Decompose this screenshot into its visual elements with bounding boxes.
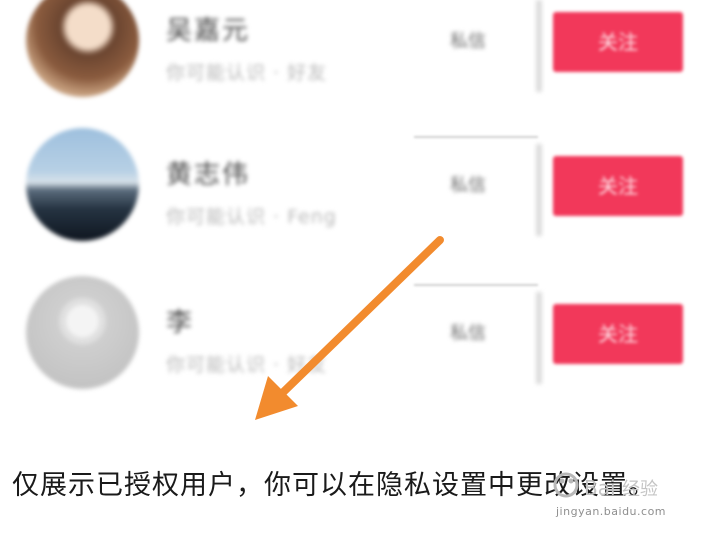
divider xyxy=(536,144,542,236)
user-subtitle: 你可能认识 · 好友 xyxy=(166,62,328,84)
user-row[interactable]: 李 你可能认识 · 好友 私信 关注 xyxy=(0,268,716,418)
divider xyxy=(536,292,542,384)
user-name: 黄志伟 xyxy=(166,160,251,190)
user-name: 李 xyxy=(166,308,195,338)
divider xyxy=(536,0,542,92)
message-button[interactable]: 私信 xyxy=(430,164,506,208)
user-list: 吴嘉元 你可能认识 · 好友 私信 关注 黄志伟 你可能认识 · Feng 私信… xyxy=(0,0,716,426)
user-name: 吴嘉元 xyxy=(166,16,251,46)
user-row[interactable]: 吴嘉元 你可能认识 · 好友 私信 关注 xyxy=(0,0,716,126)
message-button[interactable]: 私信 xyxy=(430,20,506,64)
message-button[interactable]: 私信 xyxy=(430,312,506,356)
user-subtitle: 你可能认识 · 好友 xyxy=(166,354,328,376)
follow-button[interactable]: 关注 xyxy=(553,304,683,364)
user-row[interactable]: 黄志伟 你可能认识 · Feng 私信 关注 xyxy=(0,120,716,270)
screenshot: 吴嘉元 你可能认识 · 好友 私信 关注 黄志伟 你可能认识 · Feng 私信… xyxy=(0,0,716,537)
divider xyxy=(414,136,538,138)
watermark-url: jingyan.baidu.com xyxy=(556,505,667,518)
divider xyxy=(414,284,538,286)
user-subtitle: 你可能认识 · Feng xyxy=(166,206,337,228)
caption: 仅展示已授权用户，你可以在隐私设置中更改设置。 xyxy=(12,470,656,501)
avatar[interactable] xyxy=(26,128,139,241)
follow-button[interactable]: 关注 xyxy=(553,12,683,72)
follow-button[interactable]: 关注 xyxy=(553,156,683,216)
avatar[interactable] xyxy=(26,276,139,389)
avatar[interactable] xyxy=(26,0,139,97)
